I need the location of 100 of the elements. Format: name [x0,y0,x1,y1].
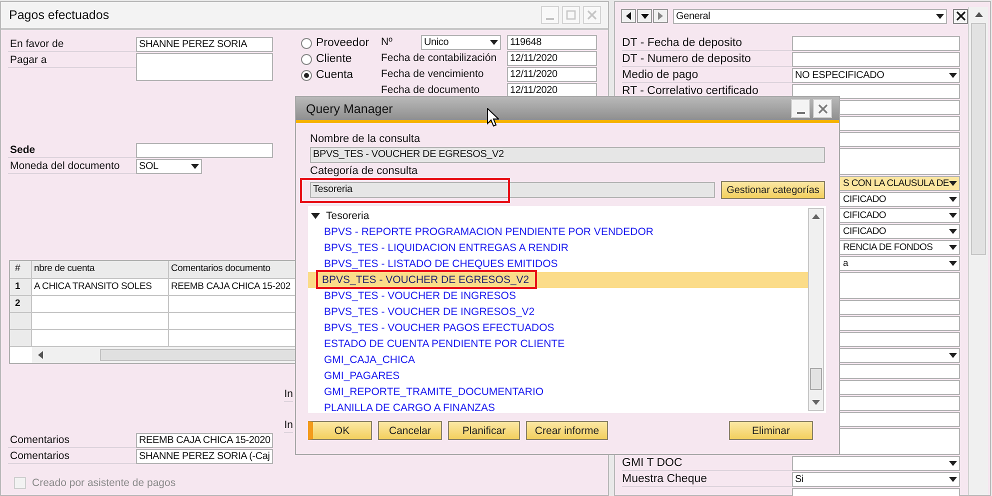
query-item[interactable]: BPVS_TES - VOUCHER DE EGRESOS_V2 [308,272,808,288]
query-item[interactable]: BPVS_TES - VOUCHER PAGOS EFECTUADOS [308,320,808,336]
field-label: Sede [8,143,136,158]
query-item[interactable]: ESTADO DE CUENTA PENDIENTE POR CLIENTE [308,336,808,352]
mouse-pointer-icon [487,108,499,127]
up-arrow-icon[interactable] [974,12,982,17]
dialog-button[interactable]: Crear informe [526,421,608,440]
query-item[interactable]: GMI_REPORTE_TRAMITE_DOCUMENTARIO [308,384,808,400]
manage-categories-button[interactable]: Gestionar categorías [721,181,825,199]
table-cell-text: REEMB CAJA CHICA 15-202 [170,280,292,294]
dialog-button[interactable]: Planificar [448,421,520,440]
query-item[interactable]: PLANILLA DE CARGO A FINANZAS [308,400,808,416]
query-item[interactable]: BPVS_TES - VOUCHER DE INGRESOS [308,288,808,304]
close-icon [956,11,966,21]
date-field[interactable]: 12/11/2020 [507,50,597,66]
text-field[interactable]: REEMB CAJA CHICA 15-2020 [136,433,273,448]
text-area[interactable] [136,53,273,81]
minimize-icon [796,112,804,114]
horizontal-scrollbar[interactable] [32,347,297,363]
query-item[interactable]: BPVS_TES - VOUCHER DE INGRESOS_V2 [308,304,808,320]
query-item[interactable]: GMI_CAJA_CHICA [308,352,808,368]
field-label: DT - Fecha de deposito [622,37,742,49]
field-label: Fecha de vencimiento [381,68,485,80]
dropdown[interactable]: SOL [136,159,202,174]
dialog-button[interactable]: OK [308,421,372,440]
close-button[interactable] [953,8,968,24]
column-header[interactable]: Comentarios documento [169,261,297,278]
text-field[interactable]: SHANNE PEREZ SORIA [136,37,273,52]
field-label: GMI T DOC [622,457,682,469]
table-cell: A CHICA TRANSITO SOLES [32,279,169,295]
text-field[interactable]: SHANNE PEREZ SORIA (-Caj [136,449,273,464]
field-label: In [284,418,293,433]
query-category-field[interactable]: Tesoreria [310,182,715,198]
minimize-button[interactable] [791,99,810,118]
caret-icon [949,197,957,202]
vertical-scrollbar[interactable] [968,7,988,495]
dropdown-button[interactable] [637,9,652,23]
close-icon [818,104,828,114]
left-arrow-icon [38,351,43,359]
row-number: 2 [10,296,32,312]
field-label: Moneda del documento [8,159,136,174]
collapse-arrow-icon[interactable] [311,213,320,219]
caret-icon [949,245,957,250]
text-field[interactable] [792,84,960,99]
caret-icon [191,164,199,169]
dropdown[interactable]: General [673,8,947,24]
caret-icon [949,477,957,482]
field-label: Muestra Cheque [622,473,708,485]
field-label: Medio de pago [622,69,698,81]
caret-icon [949,229,957,234]
radio-button[interactable] [301,54,312,64]
scrollbar-thumb[interactable] [810,368,822,390]
caret-icon [949,461,957,466]
radio-button[interactable] [301,70,312,80]
date-field[interactable]: 12/11/2020 [507,66,597,82]
row-number: 1 [10,279,32,295]
field-label: Nombre de la consulta [310,132,422,147]
dropdown[interactable] [792,456,960,471]
text-field[interactable]: 119648 [507,34,597,50]
previous-button[interactable] [621,9,636,23]
field-label: DT - Numero de deposito [622,53,751,65]
dropdown[interactable]: Unico [421,34,501,50]
minimize-button[interactable] [541,6,559,24]
caret-icon [949,353,957,358]
field-label: RT - Correlativo certificado [622,85,758,97]
radio-button[interactable] [301,38,312,48]
field-label: En favor de [8,37,136,52]
caret-icon [490,40,498,44]
checkbox-label: Creado por asistente de pagos [32,477,176,489]
date-field[interactable]: 12/11/2020 [507,82,597,98]
field-label: Nº [381,36,394,48]
text-field[interactable] [136,143,273,158]
text-field[interactable] [792,36,960,51]
text-field[interactable] [792,52,960,67]
left-arrow-icon [626,12,631,20]
caret-icon [949,261,957,266]
tree-folder-label[interactable]: Tesoreria [326,210,370,222]
minimize-icon [546,18,554,20]
dialog-button[interactable]: Cancelar [378,421,442,440]
maximize-button[interactable] [562,6,580,24]
vertical-scrollbar[interactable] [808,208,824,411]
dropdown[interactable]: NO ESPECIFICADO [792,68,960,83]
maximize-icon [566,10,576,20]
field-label: In [284,387,293,402]
column-header[interactable]: # [10,261,32,278]
dialog-button[interactable]: Eliminar [729,421,813,440]
query-item[interactable]: GMI_PAGARES [308,368,808,384]
query-name-field[interactable]: BPVS_TES - VOUCHER DE EGRESOS_V2 [310,147,825,163]
caret-icon [949,181,957,186]
window-title: Pagos efectuados [9,8,110,22]
caret-icon [936,14,944,18]
dropdown[interactable]: Si [792,472,960,487]
field-label: Comentarios [8,449,136,464]
field-label: Fecha de documento [381,84,481,96]
column-header[interactable]: nbre de cuenta [32,261,169,278]
dialog-title: Query Manager [306,102,393,116]
up-arrow-icon[interactable] [812,214,820,219]
down-arrow-icon[interactable] [812,400,820,405]
field-label: Categoría de consulta [310,164,419,179]
caret-icon [640,14,648,18]
